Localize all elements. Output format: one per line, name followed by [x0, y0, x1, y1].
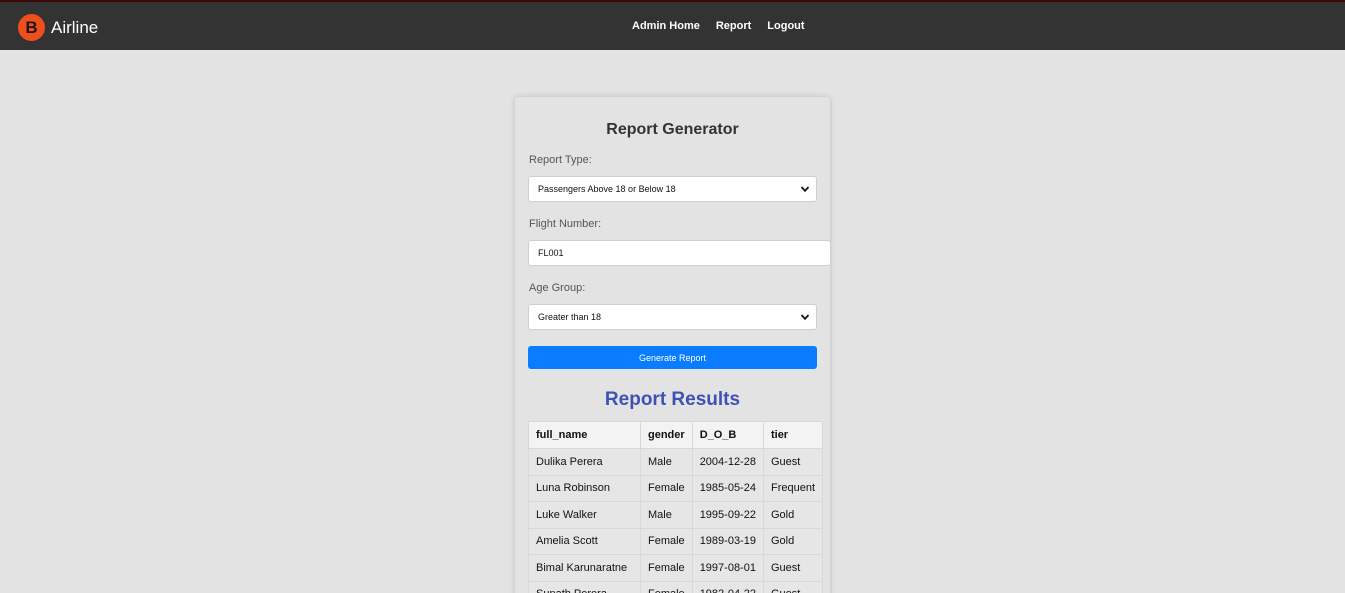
table-cell: Frequent	[762, 474, 824, 502]
table-row: Bimal Karunaratne Female 1997-08-01 Gues…	[528, 554, 824, 582]
brand-name: Airline	[51, 17, 99, 37]
table-cell: Guest	[762, 554, 824, 582]
nav-link-logout[interactable]: Logout	[767, 20, 804, 32]
table-cell: Sunath Perera	[528, 580, 641, 593]
column-header: gender	[640, 421, 693, 449]
table-cell: Guest	[762, 448, 824, 476]
table-row: Luke Walker Male 1995-09-22 Gold	[528, 501, 824, 529]
table-cell: 1997-08-01	[691, 554, 764, 582]
table-cell: Gold	[762, 527, 824, 555]
table-cell: Female	[640, 580, 693, 593]
table-cell: Dulika Perera	[528, 448, 641, 476]
table-cell: Bimal Karunaratne	[528, 554, 641, 582]
table-cell: Gold	[762, 501, 824, 529]
table-cell: Female	[640, 554, 693, 582]
table-cell: Female	[640, 527, 693, 555]
table-header-row: full_name gender D_O_B tier	[528, 421, 824, 449]
results-table: full_name gender D_O_B tier Dulika Perer…	[528, 421, 824, 593]
table-cell: Male	[640, 501, 693, 529]
top-navbar: B Airline Admin Home Report Logout	[0, 0, 1345, 50]
flight-number-value: FL001	[538, 248, 564, 258]
nav-link-report[interactable]: Report	[716, 20, 751, 32]
brand-logo-icon: B	[18, 14, 45, 41]
table-row: Amelia Scott Female 1989-03-19 Gold	[528, 527, 824, 555]
table-cell: 1989-03-19	[691, 527, 764, 555]
table-row: Luna Robinson Female 1985-05-24 Frequent	[528, 474, 824, 502]
column-header: D_O_B	[691, 421, 764, 449]
page-title: Report Generator	[606, 121, 739, 138]
table-row: Sunath Perera Female 1982-04-22 Guest	[528, 580, 824, 593]
report-type-select[interactable]: Passengers Above 18 or Below 18	[528, 176, 817, 202]
report-type-label: Report Type:	[529, 154, 592, 166]
table-cell: Luna Robinson	[528, 474, 641, 502]
table-cell: 1982-04-22	[691, 580, 764, 593]
table-cell: Luke Walker	[528, 501, 641, 529]
table-cell: Guest	[762, 580, 824, 593]
table-cell: Male	[640, 448, 693, 476]
table-cell: Female	[640, 474, 693, 502]
age-group-select[interactable]: Greater than 18	[528, 304, 817, 330]
generate-report-button[interactable]: Generate Report	[528, 346, 817, 369]
table-cell: 2004-12-28	[691, 448, 764, 476]
chevron-down-icon	[800, 186, 810, 193]
flight-number-label: Flight Number:	[529, 218, 602, 230]
flight-number-input[interactable]: FL001	[528, 240, 831, 266]
table-cell: Amelia Scott	[528, 527, 641, 555]
column-header: tier	[762, 421, 824, 449]
age-group-label: Age Group:	[529, 282, 586, 294]
table-cell: 1985-05-24	[691, 474, 764, 502]
nav-link-admin-home[interactable]: Admin Home	[632, 20, 700, 32]
results-title: Report Results	[604, 389, 741, 410]
table-row: Dulika Perera Male 2004-12-28 Guest	[528, 448, 824, 476]
column-header: full_name	[528, 421, 641, 449]
age-group-value: Greater than 18	[538, 312, 602, 322]
chevron-down-icon	[800, 314, 810, 321]
nav-links: Admin Home Report Logout	[632, 20, 805, 32]
brand[interactable]: B Airline	[18, 14, 98, 41]
report-type-value: Passengers Above 18 or Below 18	[538, 184, 676, 194]
table-cell: 1995-09-22	[691, 501, 764, 529]
report-card: Report Generator Report Type: Passengers…	[515, 97, 831, 593]
